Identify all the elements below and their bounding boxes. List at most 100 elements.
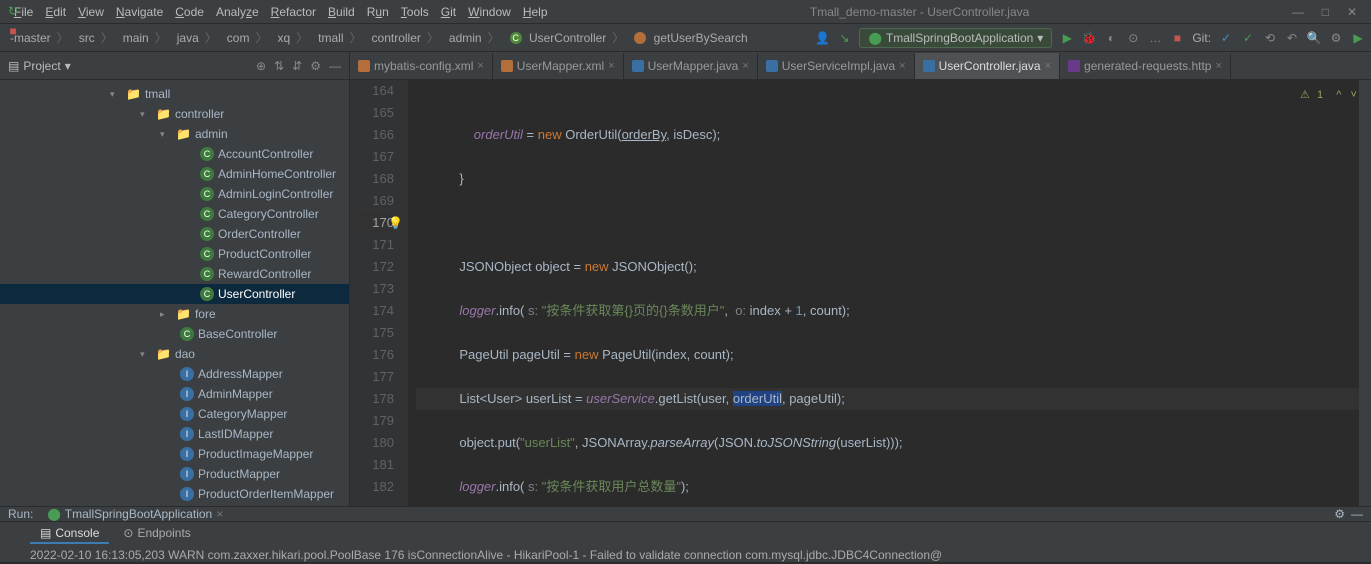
crumb-3[interactable]: java〉 — [173, 29, 221, 46]
tree-node-usercontroller[interactable]: CUserController — [0, 284, 349, 304]
tree-node-controller[interactable]: ▾📁controller — [0, 104, 349, 124]
crumb-class[interactable]: C UserController〉 — [506, 29, 629, 46]
tree-node-categorymapper[interactable]: ICategoryMapper — [0, 404, 349, 424]
tree-node-productmapper[interactable]: IProductMapper — [0, 464, 349, 484]
user-icon[interactable]: 👤 — [815, 31, 829, 45]
git-history-icon[interactable]: ⟲ — [1263, 31, 1277, 45]
tab-close-icon[interactable]: × — [742, 60, 748, 72]
git-revert-icon[interactable]: ↶ — [1285, 31, 1299, 45]
tree-node-adminmapper[interactable]: IAdminMapper — [0, 384, 349, 404]
line-number[interactable]: 172 — [354, 256, 394, 278]
stop-run-icon[interactable]: ■ — [9, 24, 16, 38]
tree-node-rewardcontroller[interactable]: CRewardController — [0, 264, 349, 284]
rerun-icon[interactable]: ↻ — [8, 4, 18, 18]
tab-userserviceimpl-java[interactable]: UserServiceImpl.java× — [758, 53, 915, 79]
line-number[interactable]: 179 — [354, 410, 394, 432]
menu-window[interactable]: Window — [462, 5, 517, 19]
line-number[interactable]: 178 — [354, 388, 394, 410]
project-panel-title[interactable]: ▤ Project ▾ — [8, 59, 250, 73]
console-output[interactable]: 2022-02-10 16:13:05,203 WARN com.zaxxer.… — [0, 546, 1371, 564]
line-number[interactable]: 166 — [354, 124, 394, 146]
tree-node-fore[interactable]: ▸📁fore — [0, 304, 349, 324]
play-gutter-icon[interactable]: ▶ — [1351, 31, 1365, 45]
menu-code[interactable]: Code — [169, 5, 210, 19]
tab-usermapper-xml[interactable]: UserMapper.xml× — [493, 53, 624, 79]
profile-icon[interactable]: ⊙ — [1126, 31, 1140, 45]
tab-mybatis-config-xml[interactable]: mybatis-config.xml× — [350, 53, 493, 79]
project-tree[interactable]: ▾📁tmall▾📁controller▾📁adminCAccountContro… — [0, 80, 349, 506]
line-number[interactable]: 171 — [354, 234, 394, 256]
git-update-icon[interactable]: ✓ — [1219, 31, 1233, 45]
line-number[interactable]: 177 — [354, 366, 394, 388]
crumb-2[interactable]: main〉 — [119, 29, 171, 46]
line-number[interactable]: 175 — [354, 322, 394, 344]
tab-close-icon[interactable]: × — [1215, 60, 1221, 72]
stop-icon[interactable]: ■ — [1170, 31, 1184, 45]
tree-arrow-icon[interactable]: ▾ — [140, 109, 152, 120]
tree-node-productcontroller[interactable]: CProductController — [0, 244, 349, 264]
settings-gear-icon[interactable]: ⚙ — [310, 59, 321, 73]
run-icon[interactable]: ▶ — [1060, 31, 1074, 45]
tree-node-basecontroller[interactable]: CBaseController — [0, 324, 349, 344]
search-icon[interactable]: 🔍 — [1307, 31, 1321, 45]
tab-close-icon[interactable]: × — [899, 60, 905, 72]
menu-edit[interactable]: Edit — [39, 5, 72, 19]
code-lines[interactable]: ⚠ 1 ^ ˅ orderUtil = new OrderUtil(orderB… — [408, 80, 1371, 506]
line-number[interactable]: 173 — [354, 278, 394, 300]
run-settings-icon[interactable]: ⚙ — [1334, 507, 1345, 521]
menu-build[interactable]: Build — [322, 5, 361, 19]
menu-git[interactable]: Git — [435, 5, 462, 19]
line-number[interactable]: 181 — [354, 454, 394, 476]
run-hide-icon[interactable]: — — [1351, 507, 1363, 521]
crumb-7[interactable]: controller〉 — [368, 29, 443, 46]
tree-node-adminlogincontroller[interactable]: CAdminLoginController — [0, 184, 349, 204]
crumb-method[interactable]: getUserBySearch — [630, 31, 751, 45]
menu-navigate[interactable]: Navigate — [110, 5, 169, 19]
line-number[interactable]: 180 — [354, 432, 394, 454]
run-config-tab[interactable]: ⬤TmallSpringBootApplication × — [39, 507, 231, 521]
tab-close-icon[interactable]: × — [1045, 60, 1051, 72]
coverage-icon[interactable]: ◐ — [1104, 31, 1118, 45]
git-commit-icon[interactable]: ✓ — [1241, 31, 1255, 45]
crumb-4[interactable]: com〉 — [223, 29, 272, 46]
hammer-icon[interactable]: ↘ — [837, 31, 851, 45]
tree-node-adminhomecontroller[interactable]: CAdminHomeController — [0, 164, 349, 184]
menu-tools[interactable]: Tools — [395, 5, 435, 19]
tree-arrow-icon[interactable]: ▾ — [110, 89, 122, 100]
tree-node-lastidmapper[interactable]: ILastIDMapper — [0, 424, 349, 444]
line-number[interactable]: 169 — [354, 190, 394, 212]
tree-arrow-icon[interactable]: ▾ — [140, 349, 152, 360]
expand-all-icon[interactable]: ⇅ — [274, 59, 284, 73]
tree-node-productorderitemmapper[interactable]: IProductOrderItemMapper — [0, 484, 349, 504]
code-area[interactable]: 💡 16416516616716816917017117217317417517… — [350, 80, 1371, 506]
tree-node-addressmapper[interactable]: IAddressMapper — [0, 364, 349, 384]
line-number[interactable]: 165 — [354, 102, 394, 124]
line-number[interactable]: 174 — [354, 300, 394, 322]
line-number[interactable]: 176 — [354, 344, 394, 366]
maximize-icon[interactable]: □ — [1322, 5, 1329, 19]
minimize-icon[interactable]: — — [1292, 5, 1304, 19]
hide-icon[interactable]: — — [329, 59, 341, 73]
menu-analyze[interactable]: Analyze — [210, 5, 265, 19]
debug-icon[interactable]: 🐞 — [1082, 31, 1096, 45]
line-number[interactable]: 182 — [354, 476, 394, 498]
close-icon[interactable]: ✕ — [1347, 5, 1357, 19]
endpoints-tab[interactable]: ⊙ Endpoints — [113, 524, 200, 544]
error-stripe[interactable] — [1359, 80, 1371, 506]
tree-node-ordercontroller[interactable]: COrderController — [0, 224, 349, 244]
settings-icon[interactable]: ⚙ — [1329, 31, 1343, 45]
menu-help[interactable]: Help — [517, 5, 554, 19]
inspection-badge[interactable]: ⚠ 1 ^ ˅ — [1300, 84, 1357, 106]
crumb-8[interactable]: admin〉 — [445, 29, 504, 46]
tree-arrow-icon[interactable]: ▸ — [160, 309, 172, 320]
tab-close-icon[interactable]: × — [608, 60, 614, 72]
tree-node-admin[interactable]: ▾📁admin — [0, 124, 349, 144]
tree-node-categorycontroller[interactable]: CCategoryController — [0, 204, 349, 224]
tree-node-dao[interactable]: ▾📁dao — [0, 344, 349, 364]
run-config-selector[interactable]: ⬤ TmallSpringBootApplication ▾ — [859, 28, 1052, 48]
menu-run[interactable]: Run — [361, 5, 395, 19]
crumb-6[interactable]: tmall〉 — [314, 29, 365, 46]
attach-icon[interactable]: … — [1148, 31, 1162, 45]
tab-usercontroller-java[interactable]: UserController.java× — [915, 53, 1060, 79]
line-number[interactable]: 168 — [354, 168, 394, 190]
